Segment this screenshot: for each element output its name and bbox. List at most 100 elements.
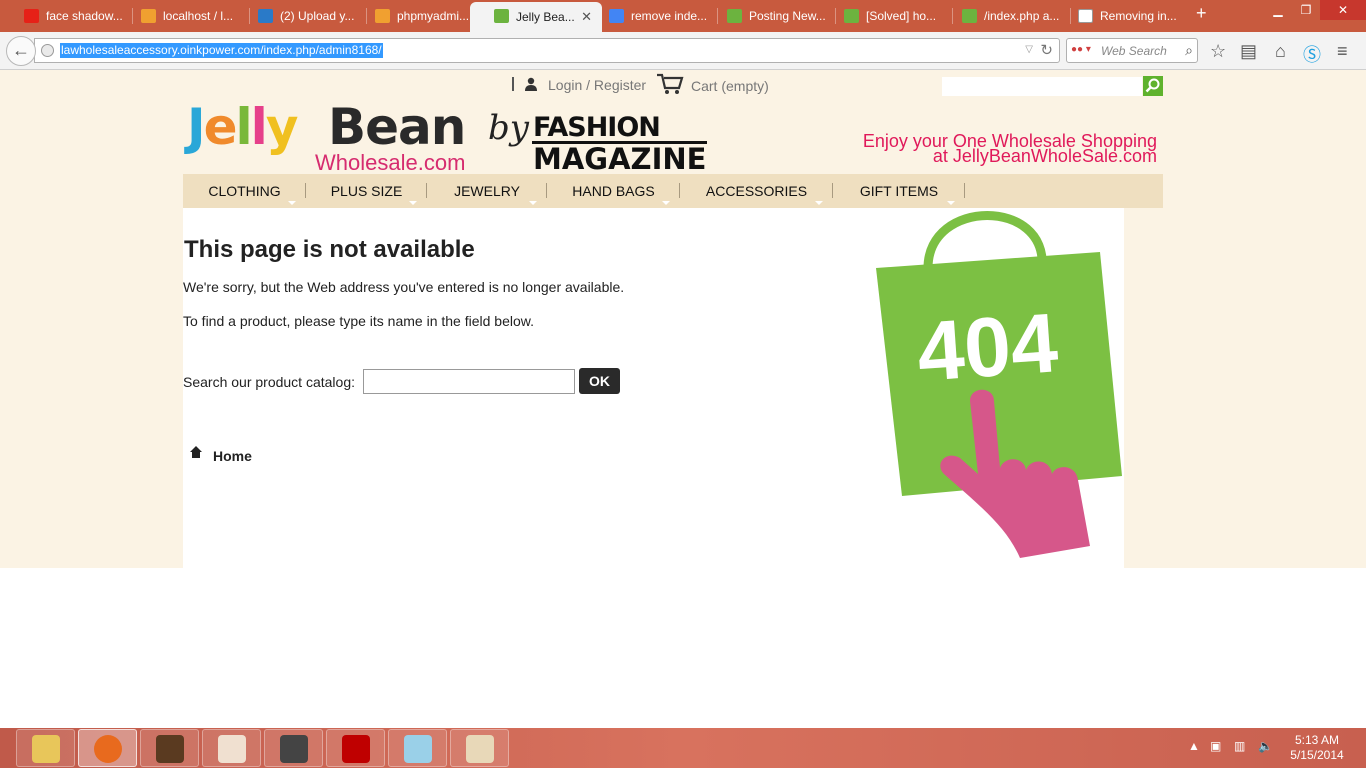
minimize-button[interactable]: ▁ — [1264, 0, 1292, 20]
tray-expand-icon[interactable]: ▲ — [1188, 739, 1200, 753]
logo-letter-e: e — [203, 98, 238, 156]
tagline-line-2: at JellyBeanWholeSale.com — [932, 146, 1157, 166]
game-icon — [156, 735, 184, 763]
logo-fashion-text: FASHION — [533, 112, 661, 143]
home-icon[interactable]: ⌂ — [1275, 41, 1286, 62]
site-logo[interactable]: Jelly Bean Wholesale.com by FASHION MAGA… — [183, 98, 708, 177]
tab-remove-index[interactable]: remove inde... — [585, 2, 718, 30]
tab-upload[interactable]: (2) Upload y... — [234, 2, 367, 30]
menu-item-jewelry[interactable]: JEWELRY — [427, 174, 547, 208]
logo-magazine-text: MAGAZINE — [532, 141, 708, 177]
error-message: We're sorry, but the Web address you've … — [183, 279, 625, 295]
google-icon — [609, 9, 624, 23]
menu-label: ACCESSORIES — [705, 183, 808, 199]
tab-posting-new[interactable]: Posting New... — [703, 2, 836, 30]
taskbar-firefox[interactable] — [78, 729, 137, 767]
reload-icon[interactable]: ↻ — [1040, 41, 1053, 59]
filezilla-icon — [342, 735, 370, 763]
logo-letter-l2: l — [250, 98, 268, 156]
tab-face-shadow[interactable]: face shadow... — [0, 2, 133, 30]
notepad-icon — [404, 735, 432, 763]
taskbar-paint[interactable] — [450, 729, 509, 767]
taskbar-anime[interactable] — [202, 729, 261, 767]
logo-letter-l1: l — [235, 98, 253, 156]
windows-taskbar: ▲ ▣ ▥ 🔈 5:13 AM 5/15/2014 — [0, 728, 1366, 768]
dropdown-arrow-icon — [409, 201, 417, 205]
skype-icon[interactable]: Ⓢ — [1303, 41, 1321, 67]
trello-icon — [258, 9, 273, 23]
firefox-icon — [94, 735, 122, 763]
shop-icon — [962, 9, 977, 23]
system-clock[interactable]: 5:13 AM 5/15/2014 — [1284, 733, 1350, 763]
clock-time: 5:13 AM — [1294, 733, 1340, 747]
taskbar-notepad[interactable] — [388, 729, 447, 767]
search-icon[interactable]: ⌕ — [1185, 42, 1193, 59]
ok-button[interactable]: OK — [579, 368, 620, 394]
user-icon — [525, 77, 537, 91]
cart-link[interactable]: Cart (empty) — [691, 78, 769, 94]
url-bar[interactable]: lawholesaleaccessory.oinkpower.com/index… — [34, 38, 1060, 63]
menu-icon[interactable]: ≡ — [1337, 41, 1348, 62]
bookmarks-list-icon[interactable]: ▤ — [1240, 41, 1257, 62]
menu-item-clothing[interactable]: CLOTHING — [183, 174, 306, 208]
history-dropdown-icon[interactable]: ▽ — [1025, 44, 1033, 55]
taskbar-sublime[interactable] — [264, 729, 323, 767]
browser-tab-strip: face shadow... localhost / l... (2) Uplo… — [0, 0, 1366, 32]
back-button[interactable]: ← — [6, 36, 36, 66]
logo-wholesale-text: Wholesale.com — [315, 150, 466, 175]
dropdown-arrow-icon — [288, 201, 296, 205]
menu-label: PLUS SIZE — [330, 183, 403, 199]
shop-icon — [844, 9, 859, 23]
menu-label: GIFT ITEMS — [859, 183, 939, 199]
site-search-button[interactable] — [1143, 76, 1163, 96]
youtube-icon — [24, 9, 39, 23]
taskbar-game[interactable] — [140, 729, 199, 767]
logo-letter-j: J — [187, 98, 206, 156]
restore-button[interactable]: ❐ — [1292, 0, 1320, 20]
phpmyadmin-icon — [141, 9, 156, 23]
cart-icon[interactable] — [656, 72, 684, 96]
tab-jelly-bean[interactable]: Jelly Bea... ✕ — [470, 2, 602, 32]
header-separator — [512, 77, 514, 91]
tab-index-php[interactable]: /index.php a... — [938, 2, 1071, 30]
anime-icon — [218, 735, 246, 763]
main-menu: CLOTHING PLUS SIZE JEWELRY HAND BAGS ACC… — [183, 174, 1163, 208]
menu-item-gift-items[interactable]: GIFT ITEMS — [833, 174, 965, 208]
web-search-bar[interactable]: ●● ▾ Web Search ⌕ — [1066, 38, 1198, 63]
window-close-button[interactable]: ✕ — [1320, 0, 1366, 20]
page-title: This page is not available — [184, 236, 475, 263]
tab-phpmyadmin[interactable]: phpmyadmi... — [351, 2, 484, 30]
tray-volume-icon[interactable]: 🔈 — [1258, 739, 1273, 753]
bookmark-star-icon[interactable]: ☆ — [1210, 41, 1226, 62]
new-tab-button[interactable]: + — [1196, 3, 1207, 24]
home-icon — [190, 446, 202, 458]
taskbar-file-explorer[interactable] — [16, 729, 75, 767]
page-icon — [1078, 9, 1093, 23]
tab-localhost[interactable]: localhost / l... — [117, 2, 250, 30]
browser-nav-bar: lawholesaleaccessory.oinkpower.com/index… — [0, 32, 1366, 70]
menu-label: CLOTHING — [208, 183, 281, 199]
taskbar-filezilla[interactable] — [326, 729, 385, 767]
home-link[interactable]: Home — [213, 448, 252, 464]
sublime-icon — [280, 735, 308, 763]
clock-date: 5/15/2014 — [1290, 748, 1344, 762]
tray-app-icon[interactable]: ▣ — [1210, 739, 1221, 753]
tab-removing[interactable]: Removing in... — [1054, 2, 1187, 30]
logo-by-text: by — [488, 108, 529, 148]
login-register-link[interactable]: Login / Register — [548, 77, 646, 93]
url-text[interactable]: lawholesaleaccessory.oinkpower.com/index… — [60, 43, 383, 58]
catalog-search-input[interactable] — [363, 369, 575, 394]
menu-item-accessories[interactable]: ACCESSORIES — [680, 174, 833, 208]
tab-solved[interactable]: [Solved] ho... — [820, 2, 953, 30]
menu-label: JEWELRY — [454, 183, 520, 199]
tray-network-icon[interactable]: ▥ — [1234, 739, 1245, 753]
site-search-input[interactable] — [942, 77, 1142, 96]
search-engine-icon[interactable]: ●● ▾ — [1071, 44, 1091, 55]
catalog-search-label: Search our product catalog: — [183, 374, 355, 390]
web-search-placeholder: Web Search — [1101, 44, 1167, 58]
menu-item-hand-bags[interactable]: HAND BAGS — [547, 174, 680, 208]
site-tagline: Enjoy your One Wholesale Shopping at Jel… — [863, 132, 1157, 166]
dropdown-arrow-icon — [662, 201, 670, 205]
menu-label: HAND BAGS — [572, 183, 655, 199]
menu-item-plus-size[interactable]: PLUS SIZE — [306, 174, 427, 208]
